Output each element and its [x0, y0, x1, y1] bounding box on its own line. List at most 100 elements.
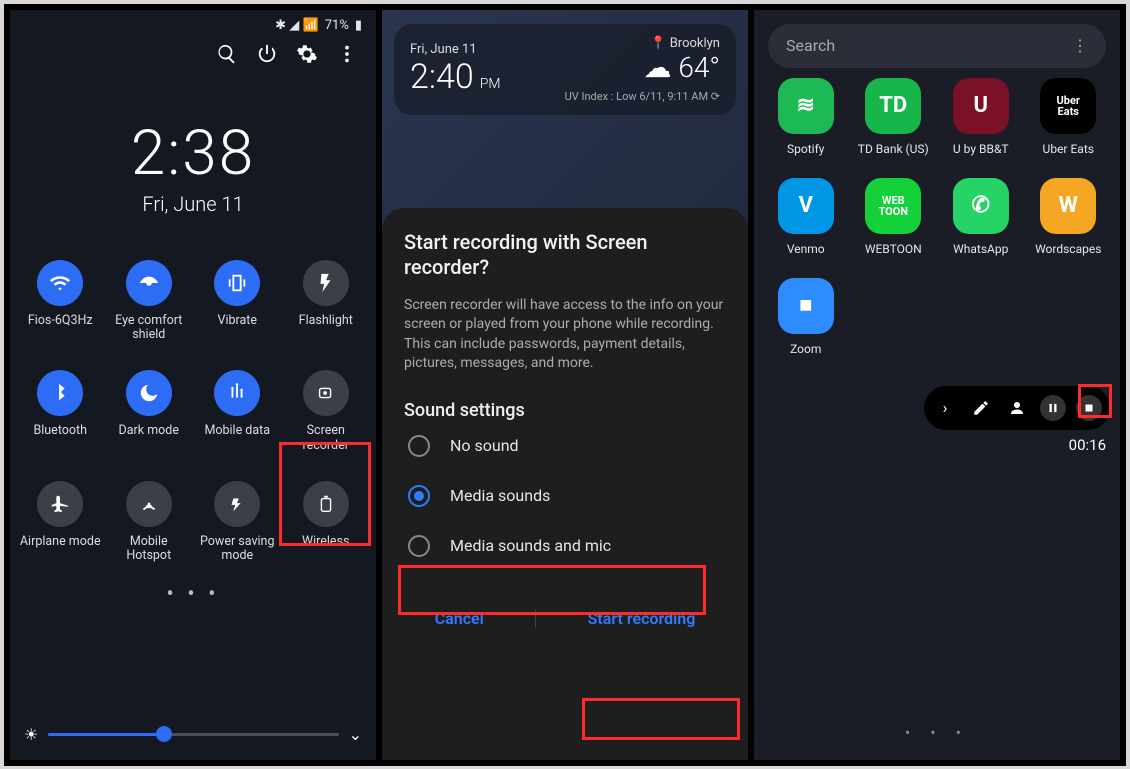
app-whatsapp[interactable]: ✆ WhatsApp: [937, 178, 1025, 256]
weather-ampm: PM: [480, 76, 501, 92]
app-icon: Uber Eats: [1040, 78, 1096, 134]
sound-option[interactable]: Media sounds: [404, 471, 726, 521]
sound-option[interactable]: No sound: [404, 421, 726, 471]
app-drawer-panel: Search ⋮ ≋ Spotify TD TD Bank (US) U U by BB&…: [754, 10, 1120, 760]
app-label: Wordscapes: [1035, 242, 1101, 256]
qs-tile-label: Wireless: [302, 535, 349, 549]
qs-tile-data[interactable]: Mobile data: [193, 370, 282, 453]
hotspot-icon: [126, 481, 172, 527]
app-icon: V: [778, 178, 834, 234]
battery-percent: 71%: [325, 18, 349, 33]
qs-tile-label: Screen recorder: [284, 424, 368, 453]
app-label: WhatsApp: [953, 242, 1008, 256]
app-label: Uber Eats: [1043, 142, 1094, 156]
weather-time: 2:40: [410, 57, 474, 97]
pause-button[interactable]: [1040, 395, 1066, 421]
status-icons: ✱ ◢ 📶: [275, 18, 319, 33]
qs-tile-label: Flashlight: [299, 314, 353, 328]
start-recording-button[interactable]: Start recording: [578, 601, 706, 636]
weather-sub: UV Index : Low 6/11, 9:11 AM ⟳: [565, 90, 720, 103]
weather-widget[interactable]: Fri, June 11 2:40PM 📍 Brooklyn ☁ 64° UV …: [394, 24, 736, 115]
status-bar: ✱ ◢ 📶 71% ▮: [10, 10, 376, 37]
radio-label: No sound: [450, 436, 519, 455]
app-label: Spotify: [787, 142, 824, 156]
sound-option[interactable]: Media sounds and mic: [404, 521, 726, 571]
clock-widget: 2:38 Fri, June 11: [10, 117, 376, 216]
weather-temp: 64°: [678, 51, 720, 84]
wifi-icon: [37, 260, 83, 306]
qs-tile-label: Fios-6Q3Hz: [28, 314, 93, 328]
qs-tile-power[interactable]: Power saving mode: [193, 481, 282, 564]
gear-icon[interactable]: [296, 43, 318, 69]
qs-tile-label: Power saving mode: [195, 535, 279, 564]
app-spotify[interactable]: ≋ Spotify: [762, 78, 850, 156]
qs-tile-eye[interactable]: Eye comfort shield: [105, 260, 194, 343]
page-indicator: • • •: [754, 723, 1120, 742]
radio-label: Media sounds and mic: [450, 536, 611, 555]
app-label: TD Bank (US): [858, 142, 929, 156]
cancel-button[interactable]: Cancel: [425, 601, 494, 636]
clock-time: 2:38: [10, 117, 376, 190]
qs-tile-plane[interactable]: Airplane mode: [16, 481, 105, 564]
power-icon[interactable]: [256, 43, 278, 69]
qs-tile-label: Bluetooth: [33, 424, 87, 438]
qs-tile-wifi[interactable]: Fios-6Q3Hz: [16, 260, 105, 343]
page-indicator: • • •: [10, 582, 376, 607]
app-icon: ≋: [778, 78, 834, 134]
qs-tile-vibrate[interactable]: Vibrate: [193, 260, 282, 343]
app-label: U by BB&T: [953, 142, 1009, 156]
radio-icon: [408, 435, 430, 457]
more-icon[interactable]: [336, 43, 358, 69]
recording-timer: 00:16: [1069, 436, 1106, 454]
screen-recorder-toolbar[interactable]: ›: [924, 386, 1110, 430]
app-label: Venmo: [787, 242, 825, 256]
app-label: Zoom: [790, 342, 821, 356]
app-u-by-bb-t[interactable]: U U by BB&T: [937, 78, 1025, 156]
dialog-title: Start recording with Screen recorder?: [404, 230, 726, 280]
app-uber-eats[interactable]: Uber Eats Uber Eats: [1025, 78, 1113, 156]
person-icon[interactable]: [1004, 395, 1030, 421]
app-icon: W: [1040, 178, 1096, 234]
pencil-icon[interactable]: [968, 395, 994, 421]
rec-icon: [303, 370, 349, 416]
radio-icon: [408, 535, 430, 557]
search-bar[interactable]: Search ⋮: [768, 24, 1106, 68]
screen-recorder-dialog: Start recording with Screen recorder? Sc…: [382, 208, 748, 760]
qs-tile-wireless[interactable]: Wireless: [282, 481, 371, 564]
chevron-down-icon[interactable]: ⌄: [349, 725, 362, 744]
brightness-slider[interactable]: [48, 733, 338, 736]
app-icon: ✆: [953, 178, 1009, 234]
search-icon[interactable]: [216, 43, 238, 69]
qs-tile-moon[interactable]: Dark mode: [105, 370, 194, 453]
app-wordscapes[interactable]: W Wordscapes: [1025, 178, 1113, 256]
radio-label: Media sounds: [450, 486, 550, 505]
app-venmo[interactable]: V Venmo: [762, 178, 850, 256]
eye-icon: [126, 260, 172, 306]
app-icon: TD: [865, 78, 921, 134]
weather-location: Brooklyn: [670, 36, 720, 51]
qs-tile-bt[interactable]: Bluetooth: [16, 370, 105, 453]
qs-tile-flash[interactable]: Flashlight: [282, 260, 371, 343]
qs-tile-label: Airplane mode: [20, 535, 101, 549]
app-zoom[interactable]: ■Zoom: [762, 278, 850, 356]
vibrate-icon: [214, 260, 260, 306]
power-icon: [214, 481, 260, 527]
data-icon: [214, 370, 260, 416]
battery-icon: ▮: [355, 18, 362, 33]
app-td-bank-us-[interactable]: TD TD Bank (US): [850, 78, 938, 156]
qs-tile-hotspot[interactable]: Mobile Hotspot: [105, 481, 194, 564]
app-webtoon[interactable]: WEB TOONWEBTOON: [850, 178, 938, 256]
brightness-icon: ☀: [24, 725, 38, 744]
stop-button[interactable]: [1076, 395, 1102, 421]
app-icon: U: [953, 78, 1009, 134]
wireless-icon: [303, 481, 349, 527]
qs-tile-label: Mobile data: [204, 424, 270, 438]
qs-tile-rec[interactable]: Screen recorder: [282, 370, 371, 453]
quick-settings-panel: ✱ ◢ 📶 71% ▮ 2:38 Fri, June 11 Fios-6Q3Hz…: [10, 10, 376, 760]
chevron-right-icon[interactable]: ›: [932, 395, 958, 421]
plane-icon: [37, 481, 83, 527]
clock-date: Fri, June 11: [10, 192, 376, 216]
qs-tile-label: Dark mode: [119, 424, 179, 438]
app-icon: WEB TOON: [865, 178, 921, 234]
more-icon[interactable]: ⋮: [1072, 36, 1088, 55]
